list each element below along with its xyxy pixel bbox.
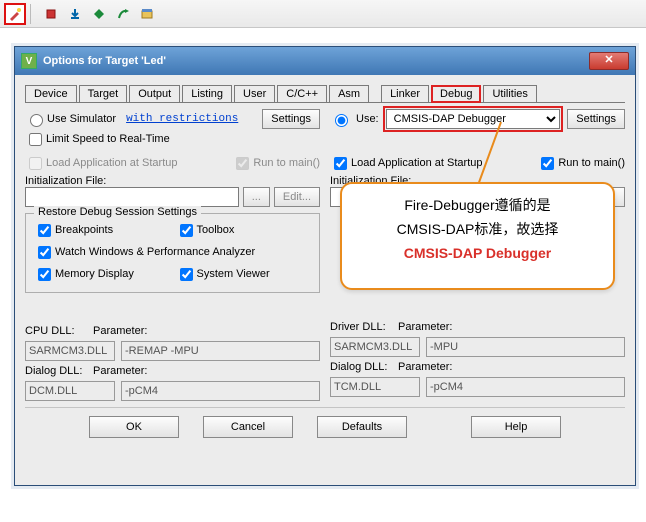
memdisp-checkbox[interactable]: [38, 268, 51, 281]
callout-line1: Fire-Debugger遵循的是: [354, 194, 601, 218]
left-load-app-checkbox: [29, 157, 42, 170]
tab-device[interactable]: Device: [25, 85, 77, 102]
titlebar: V Options for Target 'Led' ✕: [15, 47, 635, 75]
use-simulator-label: Use Simulator: [47, 113, 116, 125]
right-load-app-checkbox[interactable]: [334, 157, 347, 170]
defaults-button[interactable]: Defaults: [317, 416, 407, 438]
app-icon: V: [21, 53, 37, 69]
drv-param-input: [426, 337, 625, 357]
dlg-param-input: [121, 381, 320, 401]
toolbox-label: Toolbox: [197, 224, 235, 236]
use-label: Use:: [356, 113, 379, 125]
sim-settings-button[interactable]: Settings: [262, 109, 320, 129]
use-simulator-radio[interactable]: [30, 114, 43, 127]
rdlg-param-label: Parameter:: [398, 361, 458, 373]
ok-button[interactable]: OK: [89, 416, 179, 438]
tab-cpp[interactable]: C/C++: [277, 85, 327, 102]
close-button[interactable]: ✕: [589, 52, 629, 70]
tab-linker[interactable]: Linker: [381, 85, 429, 102]
use-debugger-radio[interactable]: [335, 114, 348, 127]
right-load-app-label: Load Application at Startup: [351, 157, 482, 169]
dlg-dll-input: [25, 381, 115, 401]
rdlg-dll-label: Dialog DLL:: [330, 361, 392, 373]
build-icon[interactable]: [40, 3, 62, 25]
tab-debug[interactable]: Debug: [431, 85, 481, 103]
callout-line3: CMSIS-DAP Debugger: [354, 242, 601, 266]
restore-groupbox: Restore Debug Session Settings Breakpoin…: [25, 213, 320, 293]
debugger-select[interactable]: CMSIS-DAP Debugger: [386, 109, 561, 129]
tabstrip: Device Target Output Listing User C/C++ …: [25, 81, 625, 103]
wand-icon[interactable]: [4, 3, 26, 25]
with-restrictions-link[interactable]: with restrictions: [126, 113, 238, 125]
tab-output[interactable]: Output: [129, 85, 180, 102]
cancel-button[interactable]: Cancel: [203, 416, 293, 438]
download-icon[interactable]: [64, 3, 86, 25]
cpu-param-input: [121, 341, 320, 361]
callout-line2: CMSIS-DAP标准，故选择: [354, 218, 601, 242]
limit-speed-label: Limit Speed to Real-Time: [46, 133, 170, 145]
rdlg-dll-input: [330, 377, 420, 397]
tab-listing[interactable]: Listing: [182, 85, 232, 102]
toolbox-checkbox[interactable]: [180, 224, 193, 237]
help-button[interactable]: Help: [471, 416, 561, 438]
run-icon[interactable]: [112, 3, 134, 25]
sysview-checkbox[interactable]: [180, 268, 193, 281]
right-run-main-label: Run to main(): [558, 157, 625, 169]
drv-dll-label: Driver DLL:: [330, 321, 392, 333]
dbg-settings-button[interactable]: Settings: [567, 109, 625, 129]
watch-label: Watch Windows & Performance Analyzer: [55, 246, 255, 258]
annotation-callout: Fire-Debugger遵循的是 CMSIS-DAP标准，故选择 CMSIS-…: [340, 182, 615, 290]
restore-legend: Restore Debug Session Settings: [34, 206, 201, 218]
dlg-param-label: Parameter:: [93, 365, 153, 377]
breakpoints-checkbox[interactable]: [38, 224, 51, 237]
drv-param-label: Parameter:: [398, 321, 458, 333]
left-load-app-label: Load Application at Startup: [46, 157, 177, 169]
tab-target[interactable]: Target: [79, 85, 128, 102]
watch-checkbox[interactable]: [38, 246, 51, 259]
tab-utilities[interactable]: Utilities: [483, 85, 536, 102]
rebuild-icon[interactable]: [88, 3, 110, 25]
dlg-dll-label: Dialog DLL:: [25, 365, 87, 377]
main-toolbar: [0, 0, 646, 28]
left-panel: Use Simulator with restrictions Settings…: [25, 109, 320, 401]
right-run-main-checkbox[interactable]: [541, 157, 554, 170]
left-init-file-label: Initialization File:: [25, 175, 320, 187]
tab-user[interactable]: User: [234, 85, 275, 102]
sysview-label: System Viewer: [197, 268, 270, 280]
left-run-main-label: Run to main(): [253, 157, 320, 169]
limit-speed-checkbox[interactable]: [29, 133, 42, 146]
cpu-dll-label: CPU DLL:: [25, 325, 87, 337]
left-init-file-input: [25, 187, 239, 207]
cpu-dll-input: [25, 341, 115, 361]
tab-asm[interactable]: Asm: [329, 85, 369, 102]
toolbar-separator: [30, 4, 36, 24]
cpu-param-label: Parameter:: [93, 325, 153, 337]
drv-dll-input: [330, 337, 420, 357]
rdlg-param-input: [426, 377, 625, 397]
options-icon[interactable]: [136, 3, 158, 25]
left-browse-button: ...: [243, 187, 270, 207]
window-title: Options for Target 'Led': [43, 55, 166, 67]
dialog-button-row: OK Cancel Defaults Help: [25, 407, 625, 444]
memdisp-label: Memory Display: [55, 268, 134, 280]
breakpoints-label: Breakpoints: [55, 224, 113, 236]
left-edit-button: Edit...: [274, 187, 320, 207]
left-run-main-checkbox: [236, 157, 249, 170]
